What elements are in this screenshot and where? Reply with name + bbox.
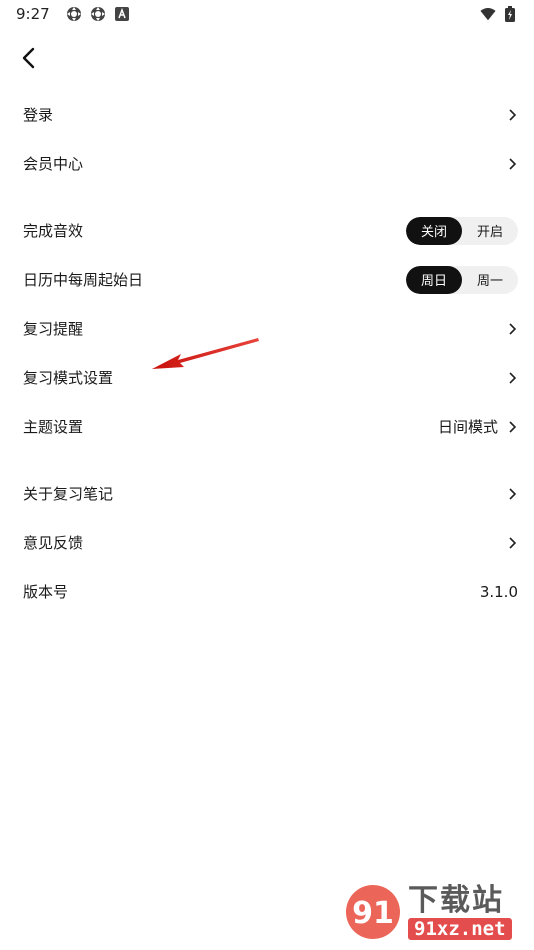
row-feedback[interactable]: 意见反馈 bbox=[0, 518, 534, 567]
watermark-title: 下载站 bbox=[408, 883, 504, 918]
row-review-mode[interactable]: 复习模式设置 bbox=[0, 353, 534, 402]
week-start-toggle: 周日 周一 bbox=[406, 265, 518, 294]
chevron-right-icon bbox=[506, 536, 518, 549]
watermark: 91 下载站 91xz.net bbox=[344, 880, 524, 944]
watermark-text: 下载站 91xz.net bbox=[408, 884, 512, 940]
row-sound: 完成音效 关闭 开启 bbox=[0, 206, 534, 255]
settings-icon bbox=[66, 6, 82, 22]
status-time: 9:27 bbox=[16, 5, 50, 23]
sound-toggle: 关闭 开启 bbox=[406, 216, 518, 245]
row-membership[interactable]: 会员中心 bbox=[0, 139, 534, 188]
chevron-left-icon bbox=[22, 47, 35, 69]
row-label: 意见反馈 bbox=[23, 534, 84, 552]
chevron-right-icon bbox=[506, 371, 518, 384]
row-label: 主题设置 bbox=[23, 418, 84, 436]
row-label: 完成音效 bbox=[23, 222, 84, 240]
week-start-monday-option[interactable]: 周一 bbox=[462, 266, 518, 294]
week-start-sunday-option[interactable]: 周日 bbox=[406, 265, 462, 294]
settings-icon bbox=[90, 6, 106, 22]
status-bar: 9:27 bbox=[0, 0, 534, 28]
row-label: 版本号 bbox=[23, 583, 69, 601]
sound-off-option[interactable]: 关闭 bbox=[406, 216, 462, 245]
row-label: 会员中心 bbox=[23, 155, 84, 173]
row-week-start: 日历中每周起始日 周日 周一 bbox=[0, 255, 534, 304]
chevron-right-icon bbox=[506, 157, 518, 170]
wifi-icon bbox=[480, 6, 496, 22]
row-login[interactable]: 登录 bbox=[0, 90, 534, 139]
row-version: 版本号 3.1.0 bbox=[0, 567, 534, 616]
watermark-logo: 91 bbox=[346, 885, 400, 939]
version-value: 3.1.0 bbox=[479, 582, 518, 601]
theme-value: 日间模式 bbox=[437, 418, 498, 436]
watermark-url: 91xz.net bbox=[408, 918, 512, 940]
row-label: 日历中每周起始日 bbox=[23, 271, 144, 289]
sound-on-option[interactable]: 开启 bbox=[462, 217, 518, 245]
settings-list: 登录 会员中心 完成音效 关闭 开启 日历中每周起始日 周日 周一 复习提醒 复… bbox=[0, 90, 534, 616]
status-right bbox=[480, 6, 518, 22]
row-label: 复习模式设置 bbox=[23, 369, 114, 387]
back-button[interactable] bbox=[14, 44, 42, 72]
font-icon bbox=[114, 6, 130, 22]
battery-charging-icon bbox=[502, 6, 518, 22]
status-left: 9:27 bbox=[16, 5, 130, 23]
row-label: 登录 bbox=[23, 106, 54, 124]
row-right: 日间模式 bbox=[438, 416, 518, 437]
row-label: 关于复习笔记 bbox=[23, 485, 114, 503]
row-theme[interactable]: 主题设置 日间模式 bbox=[0, 402, 534, 451]
row-label: 复习提醒 bbox=[23, 320, 84, 338]
chevron-right-icon bbox=[506, 108, 518, 121]
row-review-reminder[interactable]: 复习提醒 bbox=[0, 304, 534, 353]
screen: 9:27 登录 会员中心 完成音效 关闭 开启 日历中每周起始日 周日 周一 复… bbox=[0, 0, 534, 950]
chevron-right-icon bbox=[506, 420, 518, 433]
row-about[interactable]: 关于复习笔记 bbox=[0, 469, 534, 518]
svg-text:91: 91 bbox=[352, 896, 394, 931]
chevron-right-icon bbox=[506, 322, 518, 335]
chevron-right-icon bbox=[506, 487, 518, 500]
